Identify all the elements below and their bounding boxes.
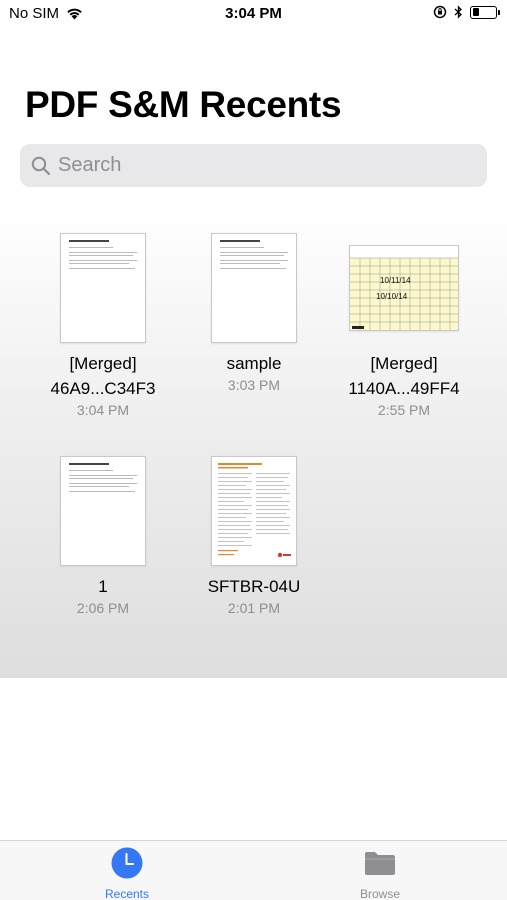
file-item[interactable]: 10/11/14 10/10/14 [Merged] 1140A...49FF4…	[320, 233, 488, 418]
battery-icon	[470, 5, 500, 19]
status-bar: No SIM 3:04 PM	[0, 0, 507, 28]
folder-icon	[365, 852, 395, 875]
battery-level	[472, 8, 479, 16]
file-item[interactable]: 1 2:06 PM	[19, 456, 187, 616]
thumbnail-heading	[69, 463, 109, 465]
file-time: 3:03 PM	[227, 377, 281, 393]
status-right	[433, 5, 500, 19]
file-time: 2:01 PM	[227, 600, 281, 616]
search-bar[interactable]	[20, 144, 487, 187]
tab-bar: Recents Browse	[0, 840, 507, 900]
file-time: 2:55 PM	[377, 402, 431, 418]
file-item[interactable]: sample 3:03 PM	[170, 233, 338, 393]
file-thumbnail[interactable]	[211, 456, 297, 566]
file-thumbnail[interactable]	[60, 233, 146, 343]
page-title: PDF S&M Recents	[25, 84, 342, 125]
file-item[interactable]: SFTBR-04U 2:01 PM	[170, 456, 338, 616]
file-thumbnail[interactable]: 10/11/14 10/10/14	[349, 245, 459, 331]
file-time: 2:06 PM	[76, 600, 130, 616]
form-page-preview	[218, 463, 291, 558]
tab-recents-label: Recents	[104, 887, 150, 900]
file-name: 1	[98, 577, 108, 596]
tab-recents[interactable]: Recents	[67, 847, 187, 900]
file-thumbnail[interactable]	[211, 233, 297, 343]
status-time: 3:04 PM	[225, 5, 282, 22]
thumbnail-heading	[69, 240, 109, 242]
file-thumbnail[interactable]	[60, 456, 146, 566]
file-item[interactable]: [Merged] 46A9...C34F3 3:04 PM	[19, 233, 187, 418]
file-name: SFTBR-04U	[207, 577, 301, 596]
file-name: [Merged] 46A9...C34F3	[50, 354, 156, 398]
search-input[interactable]	[58, 154, 458, 177]
recents-grid: [Merged] 46A9...C34F3 3:04 PM sample 3:0…	[0, 210, 507, 678]
thumbnail-date-1: 10/11/14	[380, 276, 411, 285]
bluetooth-icon	[454, 5, 462, 19]
search-icon	[31, 156, 51, 175]
file-time: 3:04 PM	[76, 402, 130, 418]
orientation-lock-icon	[433, 5, 447, 19]
thumbnail-date-2: 10/10/14	[376, 292, 408, 301]
tab-browse[interactable]: Browse	[320, 847, 440, 900]
clock-icon	[111, 847, 143, 879]
thumbnail-heading	[220, 240, 260, 242]
file-name: sample	[226, 354, 282, 373]
file-name: [Merged] 1140A...49FF4	[348, 354, 460, 398]
spreadsheet-grid	[350, 246, 458, 330]
tab-browse-label: Browse	[359, 887, 400, 900]
